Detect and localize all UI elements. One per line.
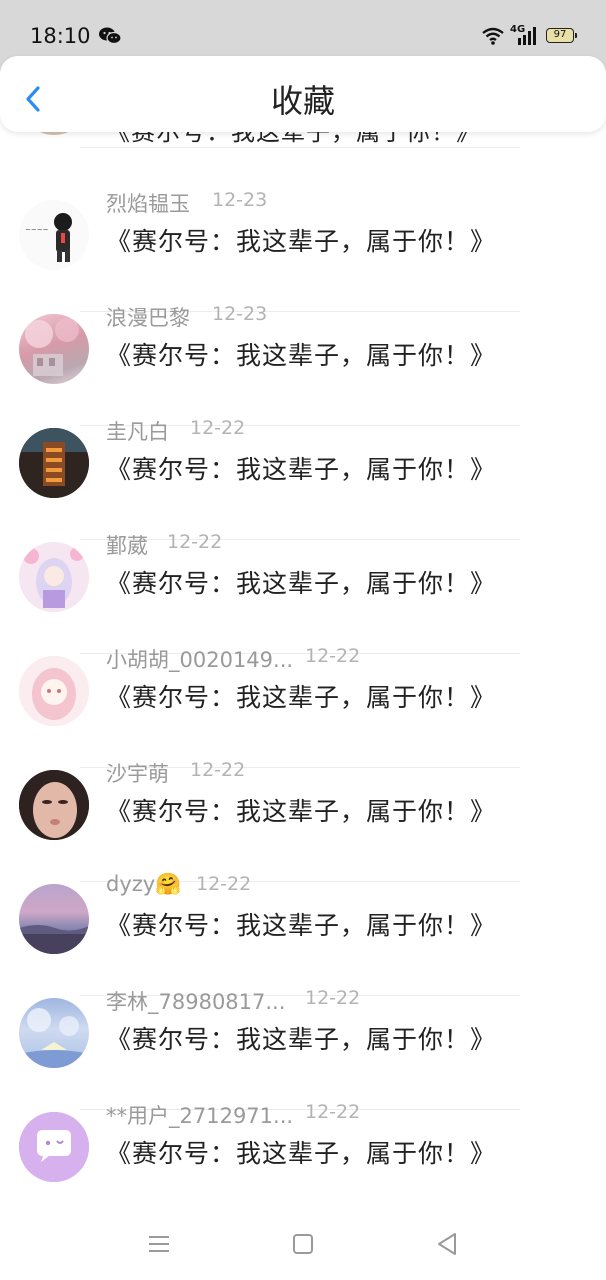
header-bar: 收藏 (0, 56, 606, 132)
item-author: 浪漫巴黎 (106, 306, 190, 330)
wechat-icon (99, 27, 122, 45)
list-item[interactable]: dyzy🤗 12-22 《赛尔号：我这辈子，属于你！》 (0, 850, 606, 996)
triangle-back-icon[interactable] (433, 1230, 461, 1258)
item-message: 《赛尔号：我这辈子，属于你！》 (106, 341, 497, 370)
item-time: 12-22 (196, 873, 252, 895)
item-time: 12-22 (305, 1101, 361, 1123)
item-time: 12-22 (305, 987, 361, 1009)
item-author: 烈焰韫玉 (106, 192, 190, 216)
avatar: ~~~~ (19, 200, 89, 270)
item-message: 《赛尔号：我这辈子，属于你！》 (106, 797, 497, 826)
divider (80, 147, 520, 148)
item-message: 《赛尔号：我这辈子，属于你！》 (106, 911, 497, 940)
item-time: 12-22 (190, 417, 246, 439)
avatar (19, 542, 89, 612)
list-item[interactable]: 小胡胡_0020149... 12-22 《赛尔号：我这辈子，属于你！》 (0, 622, 606, 768)
list-item[interactable]: 李林_78980817... 12-22 《赛尔号：我这辈子，属于你！》 (0, 964, 606, 1110)
item-author: 圭凡白 (106, 420, 169, 444)
avatar (19, 314, 89, 384)
item-author: **用户_2712971... (106, 1104, 294, 1128)
avatar (19, 770, 89, 840)
list-item[interactable]: 鄞葳 12-22 《赛尔号：我这辈子，属于你！》 (0, 508, 606, 654)
avatar (19, 1112, 89, 1182)
item-message: 《赛尔号：我这辈子，属于你！》 (106, 683, 497, 712)
list-item[interactable]: 沙宇萌 12-22 《赛尔号：我这辈子，属于你！》 (0, 736, 606, 882)
list-item[interactable]: ~~~~ 烈焰韫玉 12-23 《赛尔号：我这辈子，属于你！》 (0, 166, 606, 312)
list-item[interactable]: 《赛尔号：我这辈子，属于你！》 (0, 132, 606, 165)
list-item[interactable]: 圭凡白 12-22 《赛尔号：我这辈子，属于你！》 (0, 394, 606, 540)
status-time: 18:10 (30, 24, 91, 48)
avatar (19, 998, 89, 1068)
avatar (19, 428, 89, 498)
item-author: 鄞葳 (106, 534, 148, 558)
avatar (19, 132, 89, 135)
item-message: 《赛尔号：我这辈子，属于你！》 (106, 227, 497, 256)
svg-text:~~~~: ~~~~ (25, 226, 49, 234)
item-message: 《赛尔号：我这辈子，属于你！》 (106, 132, 481, 146)
favorites-list: 《赛尔号：我这辈子，属于你！》 ~~~~ 烈焰韫玉 12-23 《赛尔号：我这辈… (0, 132, 606, 1212)
menu-icon[interactable] (145, 1230, 173, 1258)
item-author: dyzy🤗 (106, 872, 182, 896)
square-icon[interactable] (289, 1230, 317, 1258)
item-message: 《赛尔号：我这辈子，属于你！》 (106, 455, 497, 484)
system-nav-bar (0, 1212, 606, 1280)
avatar (19, 884, 89, 954)
list-item[interactable]: 浪漫巴黎 12-23 《赛尔号：我这辈子，属于你！》 (0, 280, 606, 426)
signal-icon (518, 27, 536, 45)
item-time: 12-22 (190, 759, 246, 781)
item-time: 12-23 (212, 303, 268, 325)
item-time: 12-22 (305, 645, 361, 667)
list-item[interactable]: **用户_2712971... 12-22 《赛尔号：我这辈子，属于你！》 (0, 1078, 606, 1192)
battery-icon: 97 (546, 28, 577, 43)
avatar (19, 656, 89, 726)
item-author: 李林_78980817... (106, 990, 286, 1014)
item-author: 小胡胡_0020149... (106, 648, 294, 672)
item-message: 《赛尔号：我这辈子，属于你！》 (106, 1139, 497, 1168)
item-message: 《赛尔号：我这辈子，属于你！》 (106, 1025, 497, 1054)
item-author: 沙宇萌 (106, 762, 169, 786)
page-title: 收藏 (270, 82, 335, 120)
item-message: 《赛尔号：我这辈子，属于你！》 (106, 569, 497, 598)
item-time: 12-23 (212, 189, 268, 211)
item-time: 12-22 (167, 531, 223, 553)
wifi-icon (482, 27, 504, 45)
